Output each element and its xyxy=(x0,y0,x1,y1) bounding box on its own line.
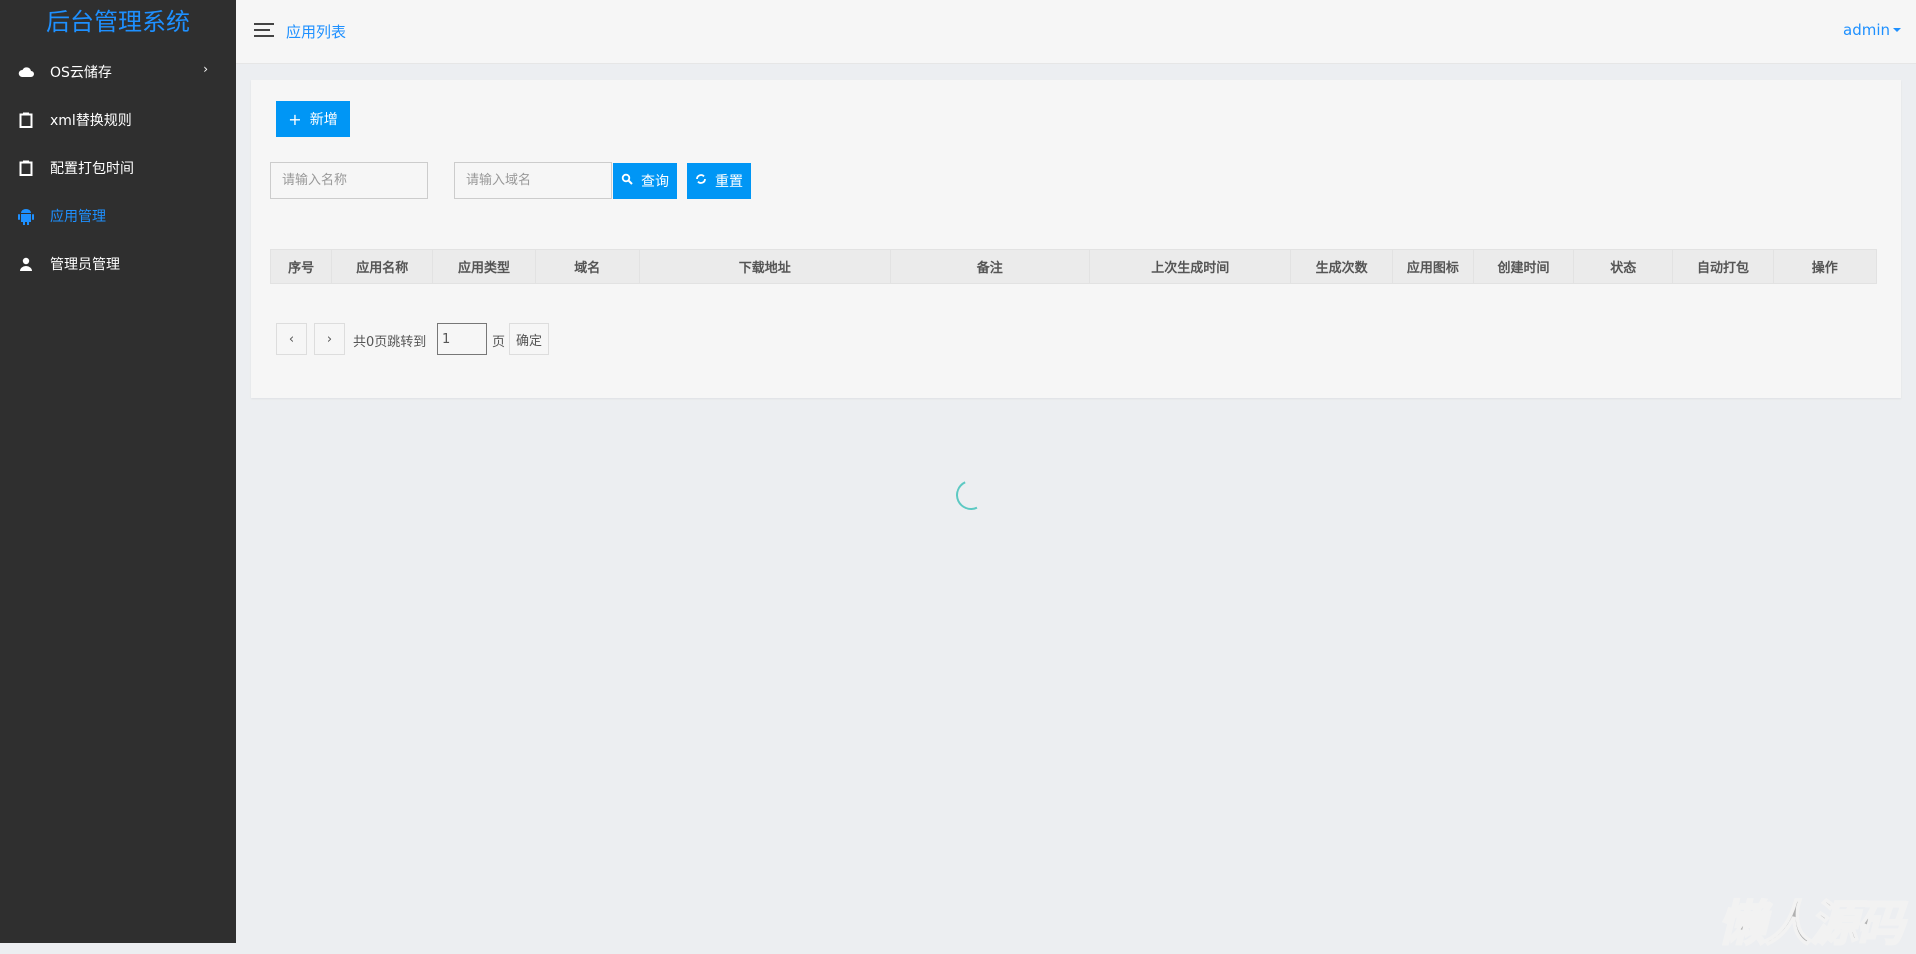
app-table: 序号 应用名称 应用类型 域名 下载地址 备注 上次生成时间 生成次数 应用图标… xyxy=(269,249,1878,284)
clipboard-icon xyxy=(18,112,34,128)
sidebar-item-label: 管理员管理 xyxy=(50,257,120,273)
pagination-total: 共0页跳转到 xyxy=(353,335,427,350)
sidebar-item-xml-rules[interactable]: xml替换规则 xyxy=(0,96,236,144)
column-header[interactable]: 创建时间 xyxy=(1472,249,1575,284)
column-header[interactable]: 序号 xyxy=(269,249,333,284)
app-list-panel: + 新增 查询 重置 序号 应用名称 应用类型 域名 下载地址 备注 上次生成时… xyxy=(251,80,1901,398)
sidebar-item-label: xml替换规则 xyxy=(50,113,132,129)
column-header[interactable]: 应用图标 xyxy=(1391,249,1474,284)
reset-button-label: 重置 xyxy=(715,174,743,190)
table-header-row: 序号 应用名称 应用类型 域名 下载地址 备注 上次生成时间 生成次数 应用图标… xyxy=(269,249,1878,284)
column-header[interactable]: 操作 xyxy=(1772,249,1878,284)
sidebar-item-app-management[interactable]: 应用管理 xyxy=(0,192,236,240)
clipboard-icon xyxy=(18,160,34,176)
domain-search-input[interactable] xyxy=(454,162,612,199)
column-header[interactable]: 生成次数 xyxy=(1290,249,1393,284)
sidebar-item-pack-time[interactable]: 配置打包时间 xyxy=(0,144,236,192)
column-header[interactable]: 状态 xyxy=(1573,249,1674,284)
search-icon xyxy=(621,173,633,189)
sidebar-item-label: 应用管理 xyxy=(50,209,106,225)
page-unit: 页 xyxy=(492,335,506,350)
cloud-icon xyxy=(18,64,34,80)
page-confirm-button[interactable]: 确定 xyxy=(509,323,549,355)
refresh-icon xyxy=(695,173,707,189)
chevron-right-icon: › xyxy=(203,62,208,76)
watermark: 懒人源码 xyxy=(1717,895,1905,953)
breadcrumb: 应用列表 xyxy=(286,23,347,41)
android-icon xyxy=(18,208,34,225)
column-header[interactable]: 应用类型 xyxy=(432,249,536,284)
column-header[interactable]: 下载地址 xyxy=(638,249,891,284)
menu-toggle-icon[interactable] xyxy=(254,23,274,37)
sidebar: 后台管理系统 OS云储存 › xml替换规则 配置打包时间 应用管理 管理员管理 xyxy=(0,0,236,943)
loading-spinner-icon xyxy=(951,475,991,515)
column-header[interactable]: 自动打包 xyxy=(1672,249,1774,284)
sidebar-item-label: OS云储存 xyxy=(50,65,112,81)
reset-button[interactable]: 重置 xyxy=(687,163,751,199)
column-header[interactable]: 上次生成时间 xyxy=(1088,249,1292,284)
add-button[interactable]: + 新增 xyxy=(276,101,350,137)
prev-page-button[interactable]: ‹ xyxy=(276,323,307,355)
user-icon xyxy=(18,256,34,272)
user-menu[interactable]: admin xyxy=(1843,21,1901,39)
sidebar-item-label: 配置打包时间 xyxy=(50,161,134,177)
name-search-input[interactable] xyxy=(270,162,428,199)
column-header[interactable]: 域名 xyxy=(534,249,640,284)
top-header: 应用列表 admin xyxy=(236,0,1916,64)
add-button-label: 新增 xyxy=(309,112,338,128)
app-title: 后台管理系统 xyxy=(46,8,190,36)
column-header[interactable]: 备注 xyxy=(889,249,1090,284)
sidebar-item-admin-management[interactable]: 管理员管理 xyxy=(0,240,236,288)
query-button[interactable]: 查询 xyxy=(613,163,677,199)
query-button-label: 查询 xyxy=(641,174,669,190)
column-header[interactable]: 应用名称 xyxy=(331,249,434,284)
plus-icon: + xyxy=(288,109,302,129)
sidebar-item-os-storage[interactable]: OS云储存 › xyxy=(0,48,236,96)
next-page-button[interactable]: › xyxy=(314,323,345,355)
page-jump-input[interactable] xyxy=(437,323,487,355)
